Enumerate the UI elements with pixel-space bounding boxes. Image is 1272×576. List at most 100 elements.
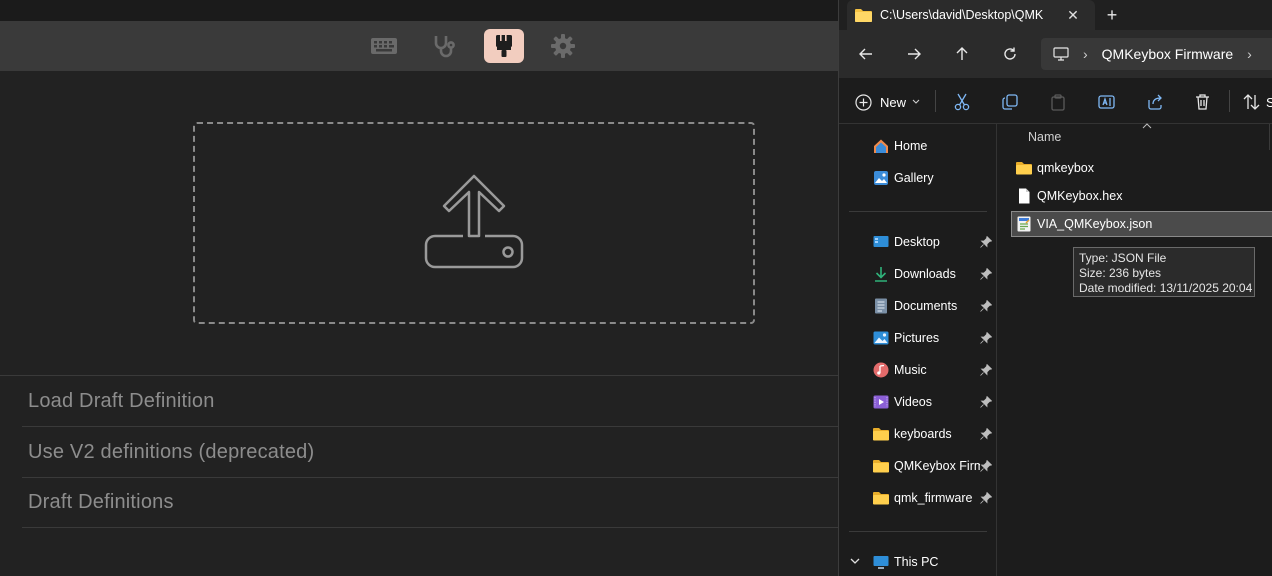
gallery-icon [874,171,888,185]
up-arrow-icon [956,47,968,60]
pin-icon[interactable] [980,268,992,280]
refresh-button[interactable] [996,40,1024,68]
explorer-navbar: › QMKeybox Firmware › [839,30,1272,78]
address-bar[interactable]: › QMKeybox Firmware › [1041,38,1272,70]
share-button[interactable] [1145,89,1163,115]
pin-icon[interactable] [980,364,992,376]
sidebar-item-gallery[interactable]: Gallery [839,164,997,192]
definition-menu: Load Draft Definition Use V2 definitions… [22,375,838,528]
paste-icon [1051,93,1065,111]
back-button[interactable] [852,40,880,68]
sidebar-item-label: This PC [894,555,939,569]
rename-icon [1097,95,1115,109]
file-explorer-window: C:\Users\david\Desktop\QMK ✕ + › QMKeybo… [838,0,1272,576]
file-list: Name qmkeybox QMKeybox.hex VIA_QMKeybox.… [998,123,1272,576]
refresh-icon [1004,47,1016,60]
divider [1229,90,1230,112]
sidebar-item-desktop[interactable]: Desktop [839,228,997,256]
new-button-label: New [880,94,907,110]
draft-definitions-item[interactable]: Draft Definitions [22,477,838,528]
scissors-icon [954,93,970,111]
tab-test[interactable] [424,29,464,63]
cut-button[interactable] [953,89,971,115]
new-tab-button[interactable]: + [1101,4,1123,26]
desktop-icon [873,236,889,247]
tab-settings[interactable] [543,29,583,63]
sidebar-item-pictures[interactable]: Pictures [839,324,997,352]
folder-icon [855,9,872,22]
sidebar-item-videos[interactable]: Videos [839,388,997,416]
tab-title: C:\Users\david\Desktop\QMK [880,8,1044,22]
sidebar-item-documents[interactable]: Documents [839,292,997,320]
chevron-down-icon [912,99,920,104]
new-button[interactable]: New [855,89,920,115]
sidebar-item-label: Downloads [894,267,956,281]
sidebar-item-qmk-firmware[interactable]: qmk_firmware [839,484,997,512]
breadcrumb-chevron[interactable]: › [1247,46,1252,62]
file-row[interactable]: QMKeybox.hex [1012,184,1272,208]
folder-icon [1016,162,1032,175]
sidebar-item-home[interactable]: Home [839,132,997,160]
breadcrumb-folder[interactable]: QMKeybox Firmware [1102,46,1233,62]
tab-configure[interactable] [364,29,404,63]
explorer-titlebar: C:\Users\david\Desktop\QMK ✕ + [839,0,1272,30]
pictures-icon [873,331,889,345]
sidebar-item-keyboards[interactable]: keyboards [839,420,997,448]
sort-ascending-icon [1142,123,1152,129]
download-icon [875,267,887,282]
up-button[interactable] [948,40,976,68]
sort-button-label: S [1266,94,1272,110]
sidebar-item-downloads[interactable]: Downloads [839,260,997,288]
pin-icon[interactable] [980,396,992,408]
file-row[interactable]: qmkeybox [1012,156,1272,180]
pin-icon[interactable] [980,236,992,248]
sidebar-item-label: Videos [894,395,932,409]
close-tab-icon[interactable]: ✕ [1063,5,1083,25]
divider [935,90,936,112]
navigation-pane: Home Gallery Desktop Downloads Documents [839,124,997,576]
file-name: QMKeybox.hex [1037,189,1123,203]
pin-icon[interactable] [980,300,992,312]
pin-icon[interactable] [980,460,992,472]
sort-icon [1243,94,1260,110]
divider [849,211,987,212]
stethoscope-icon [434,36,455,58]
share-icon [1147,94,1162,110]
definition-dropzone[interactable] [193,122,755,324]
column-header-name[interactable]: Name [1028,130,1061,144]
paste-button[interactable] [1049,89,1067,115]
back-arrow-icon [859,48,872,60]
rename-button[interactable] [1097,89,1115,115]
file-row-selected[interactable]: VIA_QMKeybox.json [1011,211,1272,237]
sidebar-item-label: Desktop [894,235,940,249]
explorer-tab[interactable]: C:\Users\david\Desktop\QMK ✕ [847,0,1095,30]
sidebar-item-label: keyboards [894,427,952,441]
tooltip-type: Type: JSON File [1079,251,1167,265]
via-app: Load Draft Definition Use V2 definitions… [0,0,838,576]
sidebar-item-qmkeybox-firmware[interactable]: QMKeybox Firmware [839,452,997,480]
sidebar-item-label: qmk_firmware [894,491,973,505]
sidebar-item-label: Home [894,139,928,153]
pin-icon[interactable] [980,428,992,440]
copy-button[interactable] [1001,89,1019,115]
tooltip-size: Size: 236 bytes [1079,266,1162,280]
sidebar-item-label: Pictures [894,331,940,345]
tab-design[interactable] [484,29,524,63]
column-divider[interactable] [1269,124,1270,150]
file-info-tooltip: Type: JSON File Size: 236 bytes Date mod… [1073,247,1255,297]
music-icon [873,362,889,378]
forward-button[interactable] [900,40,928,68]
sidebar-item-label: Gallery [894,171,934,185]
pin-icon[interactable] [980,332,992,344]
folder-icon [873,428,889,441]
delete-button[interactable] [1193,89,1211,115]
documents-icon [875,298,887,314]
trash-icon [1195,94,1209,110]
sidebar-item-this-pc[interactable]: This PC [839,548,997,576]
load-draft-definition-item[interactable]: Load Draft Definition [22,375,838,426]
sidebar-item-music[interactable]: Music [839,356,997,384]
pin-icon[interactable] [980,492,992,504]
chevron-down-icon[interactable] [850,558,860,565]
use-v2-definitions-item[interactable]: Use V2 definitions (deprecated) [22,426,838,477]
sort-button[interactable]: S [1243,89,1272,115]
